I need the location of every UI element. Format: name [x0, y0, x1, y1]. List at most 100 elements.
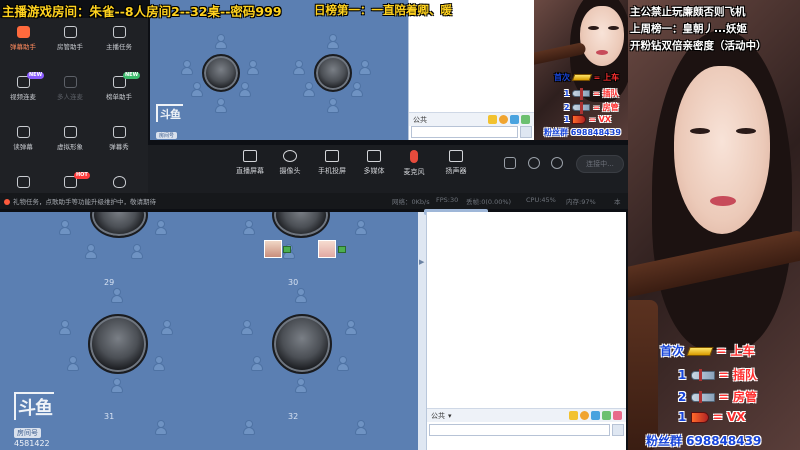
gear-icon[interactable]: [551, 157, 563, 169]
seat-slot[interactable]: [58, 320, 72, 336]
chat-collapse-handle[interactable]: ▶: [418, 212, 426, 450]
rank-line: 1 = 插队: [678, 368, 757, 382]
settings-icon[interactable]: [613, 411, 622, 420]
streamer-face: [674, 66, 770, 234]
seat-slot[interactable]: [302, 82, 316, 98]
streamer-task-icon: [112, 26, 126, 38]
connect-button[interactable]: 连接中...: [576, 155, 624, 173]
chat-input[interactable]: [429, 424, 610, 436]
microphone-button[interactable]: 麦克风: [394, 150, 434, 177]
image-icon[interactable]: [510, 115, 519, 124]
seat-slot[interactable]: [58, 220, 72, 236]
warning-icon[interactable]: [569, 411, 578, 420]
mahjong-table[interactable]: [88, 314, 148, 374]
seat-slot[interactable]: [354, 420, 368, 436]
tool-sidebar: 弹幕助手 房管助手 主播任务 视频连麦 NEW 多人连麦 榜单助手 NEW 读弹幕 …: [0, 18, 148, 198]
seat-slot[interactable]: [358, 60, 372, 76]
seat-slot[interactable]: [154, 420, 168, 436]
media-icon: [367, 150, 381, 162]
send-button[interactable]: [520, 126, 532, 138]
seat-slot[interactable]: [110, 378, 124, 394]
tool-rank-helper[interactable]: 榜单助手 NEW: [96, 70, 142, 108]
gift-icon[interactable]: [521, 115, 530, 124]
status-bar: 礼物任务，点歌助手等功能升级维护中，敬请期待 网络：0Kb/s FPS:30 丢…: [0, 193, 628, 209]
record-icon[interactable]: [504, 157, 516, 169]
tool-danmu-show[interactable]: 弹幕秀: [96, 120, 142, 158]
speaker-button[interactable]: 扬声器: [436, 150, 476, 176]
tool-danmu-helper[interactable]: 弹幕助手: [0, 20, 46, 58]
seat-slot[interactable]: [326, 34, 340, 50]
mahjong-table[interactable]: [90, 212, 148, 238]
seat-slot[interactable]: [130, 244, 144, 260]
status-tail: 本: [614, 198, 621, 206]
tool-avatar-figure[interactable]: 虚拟形象: [47, 120, 93, 158]
cam-caption: 上周榜一：皇朝丿...妖姬: [630, 23, 747, 35]
table-number: 31: [104, 412, 115, 421]
tool-multi-mic[interactable]: 多人连麦: [47, 70, 93, 108]
phone-cast-button[interactable]: 手机投屏: [312, 150, 352, 176]
seat-slot[interactable]: [190, 82, 204, 98]
tool-room-admin[interactable]: 房管助手: [47, 20, 93, 58]
seat-slot[interactable]: [84, 244, 98, 260]
chat-channel-select[interactable]: 公共: [413, 115, 427, 125]
chevron-down-icon[interactable]: ▾: [448, 412, 452, 420]
rank-line: 2 = 房管: [678, 390, 757, 404]
emoji-icon[interactable]: [499, 115, 508, 124]
chat-input[interactable]: [411, 126, 518, 138]
seat-slot[interactable]: [250, 356, 264, 372]
seat-slot[interactable]: [350, 82, 364, 98]
mahjong-table[interactable]: [314, 54, 352, 92]
seat-slot[interactable]: [326, 98, 340, 114]
plane-icon: [572, 102, 591, 114]
player-avatar[interactable]: [264, 240, 282, 258]
seat-slot[interactable]: [214, 34, 228, 50]
seat-slot[interactable]: [344, 320, 358, 336]
mahjong-table[interactable]: [272, 212, 330, 238]
visibility-icon[interactable]: [528, 157, 540, 169]
chat-channel-select[interactable]: 公共: [431, 411, 445, 421]
rank-line: 1 = VX: [564, 115, 612, 124]
camera-button[interactable]: 摄像头: [270, 150, 310, 176]
seat-slot[interactable]: [110, 288, 124, 304]
screen-share-button[interactable]: 直播屏幕: [230, 150, 270, 176]
phone-cast-icon: [325, 150, 339, 162]
rank-label: 首次 = 上车: [660, 344, 755, 358]
tool-video-mic[interactable]: 视频连麦 NEW: [0, 70, 46, 108]
seat-slot[interactable]: [292, 60, 306, 76]
seat-slot[interactable]: [294, 378, 308, 394]
gift-icon[interactable]: [602, 411, 611, 420]
memory-usage: 内存:97%: [566, 198, 596, 206]
seat-slot[interactable]: [242, 420, 256, 436]
mahjong-table[interactable]: [202, 54, 240, 92]
seat-slot[interactable]: [154, 220, 168, 236]
chat-toolbar: 公共: [409, 112, 534, 126]
status-notice: 礼物任务，点歌助手等功能升级维护中，敬请期待: [4, 196, 156, 206]
emoji-icon[interactable]: [580, 411, 589, 420]
warning-icon[interactable]: [488, 115, 497, 124]
fire-tool-icon: [112, 176, 126, 188]
fans-group: 粉丝群 698848439: [544, 128, 621, 137]
tool-read-danmu[interactable]: 读弹幕: [0, 120, 46, 158]
seat-slot[interactable]: [240, 320, 254, 336]
seat-slot[interactable]: [242, 220, 256, 236]
seat-slot[interactable]: [336, 356, 350, 372]
send-button[interactable]: [612, 424, 624, 436]
media-button[interactable]: 多媒体: [354, 150, 394, 176]
seat-slot[interactable]: [294, 288, 308, 304]
seat-slot[interactable]: [214, 98, 228, 114]
avatar-figure-icon: [63, 126, 77, 138]
seat-slot[interactable]: [160, 320, 174, 336]
net-speed: 网络：0Kb/s: [392, 198, 430, 206]
danmu-helper-icon: [16, 26, 30, 38]
image-icon[interactable]: [591, 411, 600, 420]
tool-streamer-task[interactable]: 主播任务: [96, 20, 142, 58]
seat-slot[interactable]: [238, 82, 252, 98]
seat-slot[interactable]: [152, 356, 166, 372]
seat-slot[interactable]: [246, 60, 260, 76]
mahjong-table[interactable]: [272, 314, 332, 374]
player-avatar[interactable]: [318, 240, 336, 258]
seat-slot[interactable]: [354, 220, 368, 236]
microphone-icon: [410, 150, 418, 163]
seat-slot[interactable]: [180, 60, 194, 76]
seat-slot[interactable]: [66, 356, 80, 372]
